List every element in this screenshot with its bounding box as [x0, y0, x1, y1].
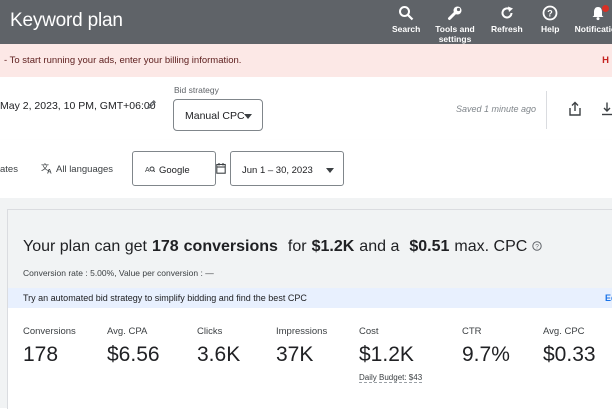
network-value: Google [159, 165, 190, 176]
plan-settings-bar: May 2, 2023, 10 PM, GMT+06:00 Bid strate… [0, 77, 612, 141]
svg-text:A: A [145, 167, 150, 174]
chevron-down-icon [244, 114, 252, 119]
metric-ctr: CTR 9.7% [462, 326, 510, 367]
metric-value: $0.33 [543, 343, 596, 366]
notifications-label: Notification [574, 24, 612, 34]
page-title: Keyword plan [10, 10, 123, 31]
headline-conversions: 178 [151, 238, 179, 255]
metric-value: 3.6K [197, 343, 241, 366]
date-range-value: Jun 1 – 30, 2023 [242, 165, 313, 176]
banner-action-link[interactable]: H [602, 55, 609, 66]
banner-text: - To start running your ads, enter your … [4, 55, 242, 66]
calendar-icon [216, 163, 226, 174]
wrench-icon [448, 6, 462, 20]
network-select[interactable]: A Google [132, 151, 216, 186]
search-button-label: Search [392, 24, 421, 34]
divider [546, 91, 547, 129]
share-icon[interactable] [568, 101, 582, 117]
forecast-range: May 2, 2023, 10 PM, GMT+06:00 [0, 100, 156, 112]
tip-text: Try an automated bid strategy to simplif… [23, 293, 307, 303]
filter-bar: ates 文 A All languages A Google Jun 1 – … [0, 140, 612, 198]
metric-avg-cpa: Avg. CPA $6.56 [107, 326, 160, 367]
tools-settings-button[interactable]: Tools and settings [434, 5, 476, 44]
metric-cost: Cost $1.2K Daily Budget: $43 [359, 326, 423, 385]
metric-label: Conversions [23, 326, 76, 337]
headline-prefix: Your plan can get [23, 238, 147, 255]
metric-label: Impressions [276, 326, 328, 337]
headline-max-cpc: $0.51 [409, 238, 450, 255]
summary-header: Your plan can get 178 conversions for $1.2K a… [8, 210, 612, 288]
metric-label: Cost [359, 326, 379, 337]
bid-strategy-select[interactable]: Manual CPC [173, 99, 263, 131]
headline-conversions-word: conversions [183, 238, 278, 255]
chevron-down-icon [326, 168, 334, 173]
metric-value: 37K [276, 343, 314, 366]
bid-strategy-value: Manual CPC [185, 110, 245, 122]
notification-badge [602, 5, 609, 12]
headline-for: for [287, 238, 307, 255]
metric-conversions: Conversions 178 [23, 326, 76, 367]
svg-text:?: ? [547, 9, 553, 19]
help-circle-icon[interactable]: ? [532, 241, 542, 251]
help-label: Help [541, 24, 560, 34]
summary-headline: Your plan can get 178 conversions for $1.2K a… [23, 238, 542, 256]
translate-icon: 文 A [41, 162, 52, 175]
search-icon [399, 6, 414, 21]
refresh-button[interactable]: Refresh [491, 5, 523, 34]
tip-action-link[interactable]: Ed [605, 293, 612, 303]
headline-max-cpc-suffix: max. CPC [454, 238, 528, 255]
metric-value: 178 [23, 343, 59, 366]
svg-text:A: A [47, 169, 52, 175]
bid-strategy-tip: Try an automated bid strategy to simplif… [8, 288, 612, 308]
search-network-icon: A [145, 166, 155, 174]
conversion-details: Conversion rate : 5.00%, Value per conve… [23, 268, 214, 278]
top-app-bar: Keyword plan Search Tools and settings R… [0, 0, 612, 44]
svg-text:?: ? [535, 244, 539, 251]
metric-avg-cpc: Avg. CPC $0.33 [543, 326, 596, 367]
pencil-icon[interactable] [146, 99, 157, 110]
locations-filter[interactable]: ates [0, 164, 18, 175]
languages-filter[interactable]: All languages [56, 164, 113, 175]
date-range-select[interactable]: Jun 1 – 30, 2023 [230, 151, 344, 186]
metric-label: Avg. CPA [107, 326, 148, 337]
daily-budget[interactable]: Daily Budget: $43 [359, 373, 423, 383]
refresh-label: Refresh [491, 24, 523, 34]
download-icon[interactable] [600, 101, 612, 117]
metric-value: 9.7% [462, 343, 510, 366]
metric-clicks: Clicks 3.6K [197, 326, 240, 367]
notifications-button[interactable]: Notification [573, 5, 612, 34]
help-icon: ? [542, 5, 558, 21]
refresh-icon [501, 6, 513, 19]
metric-label: Clicks [197, 326, 223, 337]
bid-strategy-label: Bid strategy [174, 85, 219, 95]
headline-and-a: and a [359, 238, 400, 255]
metric-value: $6.56 [107, 343, 160, 366]
headline-cost: $1.2K [311, 238, 355, 255]
metric-label: Avg. CPC [543, 326, 585, 337]
forecast-summary-card: Your plan can get 178 conversions for $1.2K a… [7, 209, 612, 409]
help-button[interactable]: ? Help [541, 5, 559, 34]
metric-impressions: Impressions 37K [276, 326, 327, 367]
search-button[interactable]: Search [392, 5, 420, 34]
billing-banner: - To start running your ads, enter your … [0, 44, 612, 77]
saved-status: Saved 1 minute ago [456, 104, 537, 114]
metric-label: CTR [462, 326, 482, 337]
metric-value: $1.2K [359, 343, 414, 366]
tools-settings-label: Tools and settings [435, 24, 475, 44]
